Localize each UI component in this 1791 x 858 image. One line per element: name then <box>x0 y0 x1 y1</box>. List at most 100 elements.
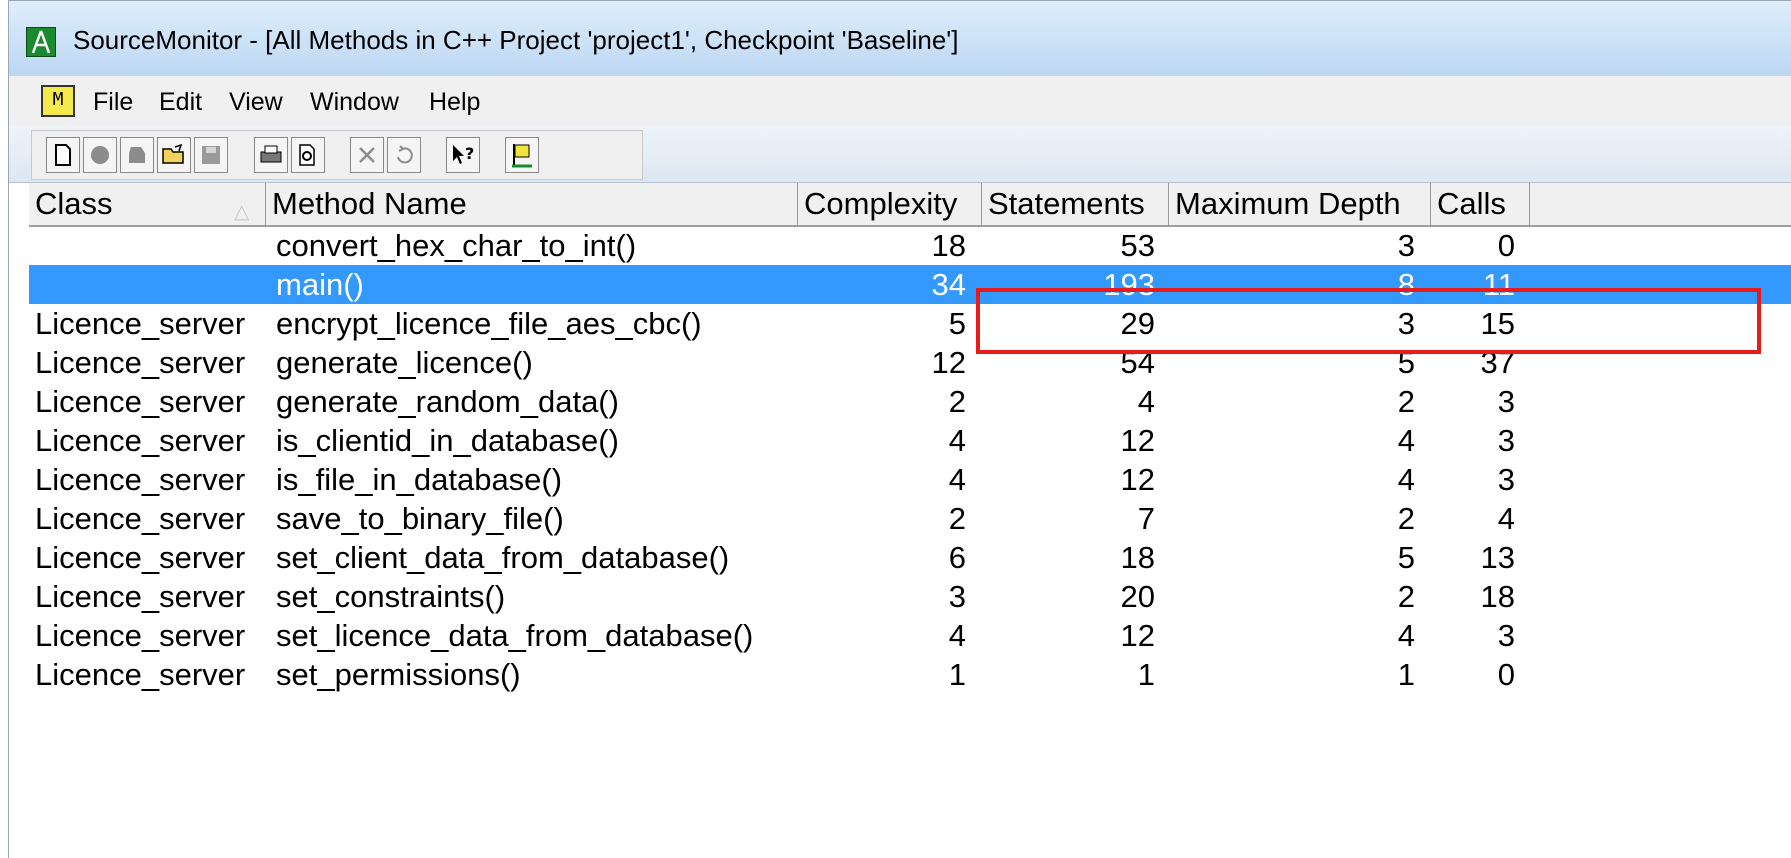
table-row[interactable]: Licence_server is_clientid_in_database() 4… <box>29 421 1791 460</box>
cell-statements: 12 <box>1120 618 1155 653</box>
table-row[interactable]: Licence_server save_to_binary_file() 2 7 2 4 <box>29 499 1791 538</box>
cell-calls: 3 <box>1497 384 1515 419</box>
cell-statements: 4 <box>1137 384 1155 419</box>
highlight-annotation-box <box>976 288 1761 354</box>
cell-complexity: 3 <box>948 579 966 614</box>
cell-maximum-depth: 3 <box>1397 228 1415 263</box>
cell-maximum-depth: 4 <box>1397 618 1415 653</box>
sourcemonitor-app-icon <box>26 27 56 57</box>
column-header-class-label: Class <box>35 186 113 221</box>
save-icon[interactable] <box>194 137 228 173</box>
cell-method-name: generate_licence() <box>276 345 533 380</box>
refresh-icon[interactable] <box>387 137 421 173</box>
cell-class <box>35 226 265 265</box>
column-header-calls[interactable]: Calls <box>1431 183 1530 225</box>
cell-calls: 4 <box>1497 501 1515 536</box>
cell-method-name: set_constraints() <box>276 579 506 614</box>
cell-complexity: 12 <box>931 345 966 380</box>
cell-complexity: 2 <box>948 384 966 419</box>
context-help-icon[interactable]: ? <box>446 137 480 173</box>
cell-complexity: 2 <box>948 501 966 536</box>
table-row[interactable]: Licence_server generate_random_data() 2 4 2 3 <box>29 382 1791 421</box>
cell-method-name: encrypt_licence_file_aes_cbc() <box>276 306 702 341</box>
cell-complexity: 4 <box>948 462 966 497</box>
menu-help[interactable]: Help <box>429 88 480 117</box>
svg-text:?: ? <box>465 144 474 163</box>
cell-maximum-depth: 2 <box>1397 384 1415 419</box>
table-row[interactable]: Licence_server set_client_data_from_datab… <box>29 538 1791 577</box>
cell-complexity: 1 <box>948 657 966 692</box>
cell-calls: 18 <box>1480 579 1515 614</box>
table-row[interactable]: convert_hex_char_to_int() 18 53 3 0 <box>29 226 1791 265</box>
new-file-icon[interactable] <box>46 137 80 173</box>
cell-method-name: is_clientid_in_database() <box>276 423 619 458</box>
open-folder-icon[interactable] <box>157 137 191 173</box>
cell-class: Licence_server <box>35 540 246 575</box>
flag-icon[interactable] <box>505 137 539 173</box>
column-header-maximum-depth[interactable]: Maximum Depth <box>1169 183 1431 225</box>
table-row[interactable]: Licence_server set_licence_data_from_data… <box>29 616 1791 655</box>
cell-method-name: generate_random_data() <box>276 384 619 419</box>
column-header-complexity[interactable]: Complexity <box>798 183 982 225</box>
cell-statements: 1 <box>1137 657 1155 692</box>
column-header-method-name[interactable]: Method Name <box>266 183 798 225</box>
app-window: SourceMonitor - [All Methods in C++ Proj… <box>8 0 1791 858</box>
cell-method-name: convert_hex_char_to_int() <box>276 228 637 263</box>
cell-class: Licence_server <box>35 579 246 614</box>
cell-class: Licence_server <box>35 618 246 653</box>
cell-class: Licence_server <box>35 462 246 497</box>
cell-calls: 3 <box>1497 423 1515 458</box>
cell-maximum-depth: 1 <box>1397 657 1415 692</box>
cell-calls: 0 <box>1497 657 1515 692</box>
cell-class: Licence_server <box>35 306 246 341</box>
window-left-edge <box>0 0 8 857</box>
cell-class: Licence_server <box>35 345 246 380</box>
cell-maximum-depth: 4 <box>1397 423 1415 458</box>
column-header-statements[interactable]: Statements <box>982 183 1169 225</box>
cell-maximum-depth: 2 <box>1397 579 1415 614</box>
cell-method-name: set_licence_data_from_database() <box>276 618 754 653</box>
cell-complexity: 4 <box>948 423 966 458</box>
column-header-class[interactable]: Class △ <box>29 183 266 225</box>
print-preview-icon[interactable] <box>291 137 325 173</box>
cell-method-name: is_file_in_database() <box>276 462 563 497</box>
cell-statements: 18 <box>1120 540 1155 575</box>
document-icon[interactable]: M <box>41 85 75 117</box>
shape-icon[interactable] <box>120 137 154 173</box>
cell-method-name: save_to_binary_file() <box>276 501 564 536</box>
menu-file[interactable]: File <box>93 88 133 117</box>
cell-method-name: main() <box>276 267 364 302</box>
table-header: Class △ Method Name Complexity Statement… <box>29 183 1791 227</box>
cell-statements: 7 <box>1137 501 1155 536</box>
toolbar: ? <box>31 130 643 180</box>
cell-statements: 53 <box>1120 228 1155 263</box>
cell-class: Licence_server <box>35 657 246 692</box>
cell-maximum-depth: 2 <box>1397 501 1415 536</box>
delete-icon[interactable] <box>350 137 384 173</box>
cell-class <box>35 265 265 304</box>
window-title: SourceMonitor - [All Methods in C++ Proj… <box>73 25 959 55</box>
cell-maximum-depth: 4 <box>1397 462 1415 497</box>
cell-method-name: set_client_data_from_database() <box>276 540 730 575</box>
menu-bar: M File Edit View Window Help <box>9 76 1791 127</box>
record-icon[interactable] <box>83 137 117 173</box>
cell-class: Licence_server <box>35 384 246 419</box>
cell-complexity: 34 <box>931 267 966 302</box>
print-icon[interactable] <box>254 137 288 173</box>
table-row[interactable]: Licence_server set_permissions() 1 1 1 0 <box>29 655 1791 694</box>
menu-view[interactable]: View <box>229 88 283 117</box>
menu-edit[interactable]: Edit <box>159 88 202 117</box>
table-row[interactable]: Licence_server is_file_in_database() 4 12 4 3 <box>29 460 1791 499</box>
cell-calls: 13 <box>1480 540 1515 575</box>
cell-complexity: 18 <box>931 228 966 263</box>
cell-class: Licence_server <box>35 423 246 458</box>
cell-statements: 12 <box>1120 423 1155 458</box>
cell-maximum-depth: 5 <box>1397 540 1415 575</box>
menu-window[interactable]: Window <box>310 88 399 117</box>
table-row[interactable]: Licence_server set_constraints() 3 20 2 18 <box>29 577 1791 616</box>
cell-calls: 3 <box>1497 462 1515 497</box>
cell-method-name: set_permissions() <box>276 657 521 692</box>
title-bar[interactable]: SourceMonitor - [All Methods in C++ Proj… <box>9 1 1791 77</box>
toolbar-area: ? <box>9 126 1791 183</box>
cell-complexity: 6 <box>948 540 966 575</box>
